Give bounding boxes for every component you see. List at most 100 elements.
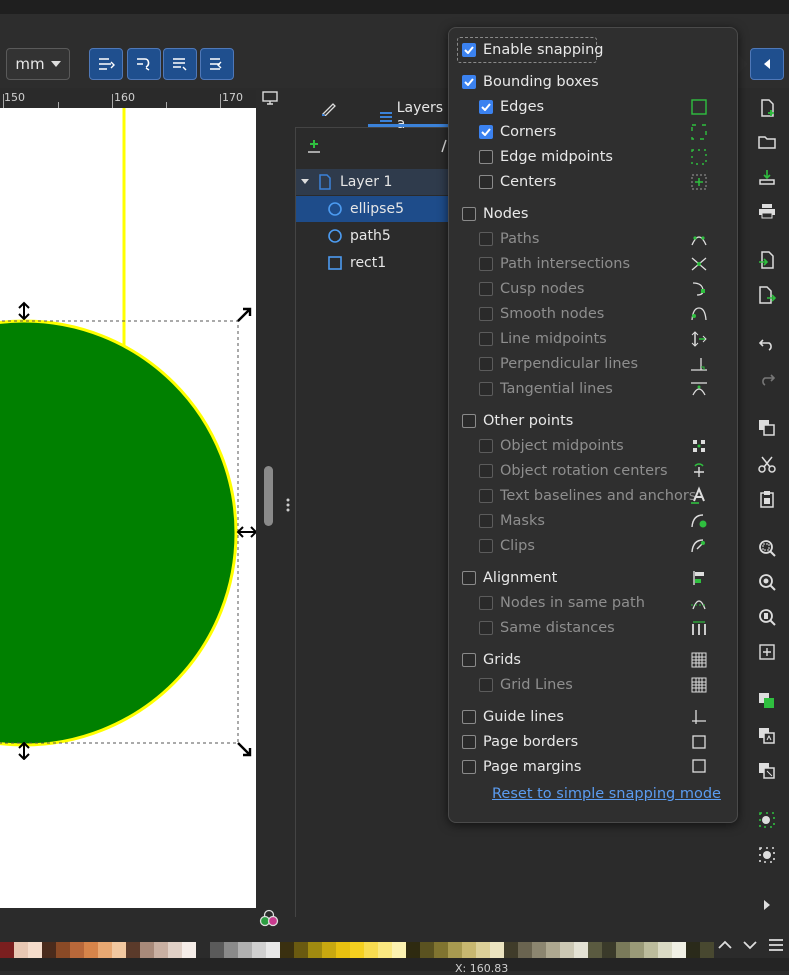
- color-palette[interactable]: [0, 942, 714, 958]
- palette-swatch[interactable]: [546, 942, 560, 958]
- undo-button[interactable]: [755, 333, 779, 355]
- page-margins-option[interactable]: Page margins: [462, 756, 581, 778]
- more-commands-button[interactable]: [755, 894, 779, 916]
- print-button[interactable]: [755, 200, 779, 222]
- palette-swatch[interactable]: [70, 942, 84, 958]
- checkbox[interactable]: [479, 678, 493, 692]
- checkbox[interactable]: [462, 571, 476, 585]
- paths-option[interactable]: Paths: [479, 228, 539, 250]
- open-button[interactable]: [755, 131, 779, 153]
- palette-swatch[interactable]: [42, 942, 56, 958]
- palette-swatch[interactable]: [434, 942, 448, 958]
- checkbox[interactable]: [462, 414, 476, 428]
- color-management-icon[interactable]: [259, 909, 279, 927]
- save-button[interactable]: [755, 166, 779, 188]
- display-mode-button[interactable]: [258, 88, 282, 108]
- checkbox[interactable]: [462, 43, 476, 57]
- bounding-boxes-option[interactable]: Bounding boxes: [462, 71, 599, 93]
- palette-swatch[interactable]: [462, 942, 476, 958]
- palette-swatch[interactable]: [602, 942, 616, 958]
- palette-swatch[interactable]: [252, 942, 266, 958]
- same-distances-option[interactable]: Same distances: [479, 617, 615, 639]
- checkbox[interactable]: [462, 760, 476, 774]
- edges-option[interactable]: Edges: [479, 96, 544, 118]
- snap-option-button-2[interactable]: [127, 48, 161, 80]
- palette-swatch[interactable]: [322, 942, 336, 958]
- checkbox[interactable]: [462, 710, 476, 724]
- grids-option[interactable]: Grids: [462, 649, 521, 671]
- checkbox[interactable]: [479, 307, 493, 321]
- expand-triangle-icon[interactable]: [298, 176, 318, 188]
- checkbox[interactable]: [479, 382, 493, 396]
- chevron-down-icon[interactable]: [742, 940, 757, 950]
- export-button[interactable]: [755, 284, 779, 306]
- palette-swatch[interactable]: [168, 942, 182, 958]
- checkbox[interactable]: [479, 514, 493, 528]
- other-points-option[interactable]: Other points: [462, 410, 573, 432]
- snap-option-button-3[interactable]: [163, 48, 197, 80]
- palette-swatch[interactable]: [126, 942, 140, 958]
- paste-button[interactable]: [755, 488, 779, 510]
- group-button[interactable]: [755, 809, 779, 831]
- palette-swatch[interactable]: [14, 942, 28, 958]
- palette-swatch[interactable]: [308, 942, 322, 958]
- cusp-nodes-option[interactable]: Cusp nodes: [479, 278, 584, 300]
- redo-button[interactable]: [755, 368, 779, 390]
- palette-swatch[interactable]: [518, 942, 532, 958]
- unlink-clone-button[interactable]: [755, 760, 779, 782]
- checkbox[interactable]: [462, 735, 476, 749]
- palette-swatch[interactable]: [266, 942, 280, 958]
- snap-option-button-1[interactable]: [89, 48, 123, 80]
- palette-swatch[interactable]: [238, 942, 252, 958]
- alignment-option[interactable]: Alignment: [462, 567, 557, 589]
- snap-option-button-4[interactable]: [200, 48, 234, 80]
- palette-swatch[interactable]: [420, 942, 434, 958]
- checkbox[interactable]: [462, 75, 476, 89]
- palette-swatch[interactable]: [686, 942, 700, 958]
- palette-swatch[interactable]: [280, 942, 294, 958]
- palette-swatch[interactable]: [182, 942, 196, 958]
- panel-resize-handle[interactable]: [284, 497, 292, 513]
- object-row-rect1[interactable]: rect1: [296, 250, 456, 276]
- nodes-same-path-option[interactable]: Nodes in same path: [479, 592, 645, 614]
- zoom-page-button[interactable]: [755, 606, 779, 628]
- tab-layers[interactable]: Layers a: [379, 100, 455, 132]
- tangential-lines-option[interactable]: Tangential lines: [479, 378, 613, 400]
- object-midpoints-option[interactable]: Object midpoints: [479, 435, 624, 457]
- enable-snapping-option[interactable]: Enable snapping: [462, 39, 603, 61]
- checkbox[interactable]: [479, 175, 493, 189]
- edge-midpoints-option[interactable]: Edge midpoints: [479, 146, 613, 168]
- unit-select[interactable]: mm: [6, 48, 70, 80]
- object-row-ellipse5[interactable]: ellipse5: [296, 196, 456, 222]
- perpendicular-lines-option[interactable]: Perpendicular lines: [479, 353, 638, 375]
- palette-swatch[interactable]: [392, 942, 406, 958]
- palette-swatch[interactable]: [294, 942, 308, 958]
- duplicate-button[interactable]: [755, 690, 779, 712]
- palette-swatch[interactable]: [672, 942, 686, 958]
- line-midpoints-option[interactable]: Line midpoints: [479, 328, 607, 350]
- checkbox[interactable]: [479, 332, 493, 346]
- palette-swatch[interactable]: [658, 942, 672, 958]
- checkbox[interactable]: [479, 100, 493, 114]
- palette-swatch[interactable]: [196, 942, 210, 958]
- checkbox[interactable]: [479, 621, 493, 635]
- selection-handles[interactable]: [0, 300, 260, 760]
- palette-swatch[interactable]: [210, 942, 224, 958]
- checkbox[interactable]: [479, 357, 493, 371]
- chevron-up-icon[interactable]: [717, 940, 732, 950]
- palette-swatch[interactable]: [56, 942, 70, 958]
- corners-option[interactable]: Corners: [479, 121, 556, 143]
- palette-swatch[interactable]: [364, 942, 378, 958]
- checkbox[interactable]: [479, 489, 493, 503]
- object-row-path5[interactable]: path5: [296, 223, 456, 249]
- guide-lines-option[interactable]: Guide lines: [462, 706, 564, 728]
- palette-swatch[interactable]: [154, 942, 168, 958]
- scrollbar-thumb[interactable]: [264, 466, 273, 526]
- palette-swatch[interactable]: [224, 942, 238, 958]
- cut-button[interactable]: [755, 453, 779, 475]
- palette-swatch[interactable]: [112, 942, 126, 958]
- copy-button[interactable]: [755, 417, 779, 439]
- masks-option[interactable]: Masks: [479, 510, 545, 532]
- snap-popover-toggle-button[interactable]: [750, 48, 784, 80]
- centers-option[interactable]: Centers: [479, 171, 556, 193]
